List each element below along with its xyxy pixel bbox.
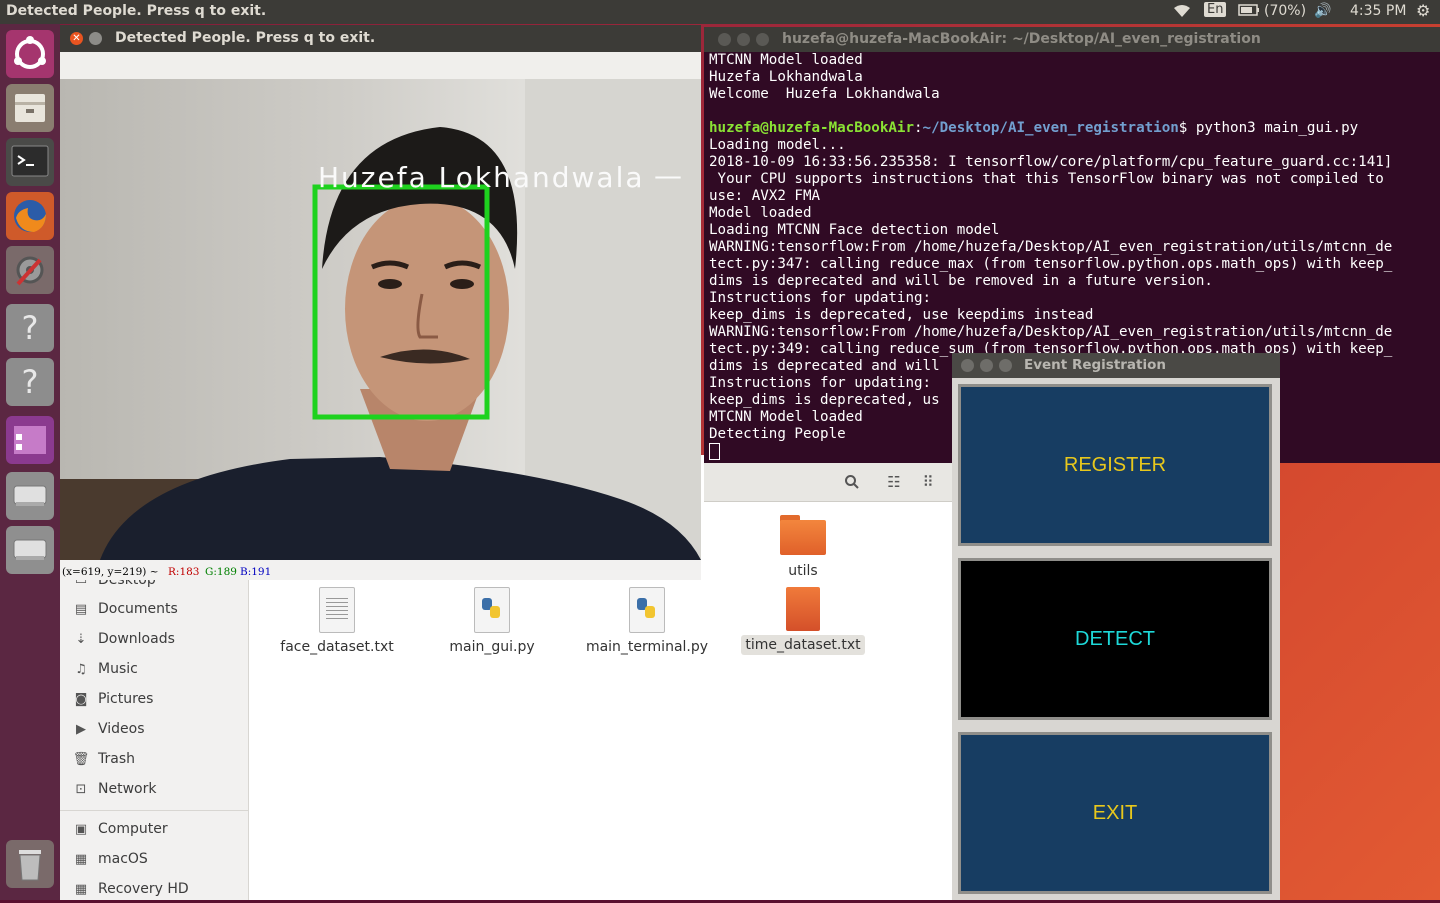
- workspace-switcher-icon[interactable]: [6, 416, 54, 464]
- sidebar-item-music[interactable]: ♫ Music: [72, 661, 138, 683]
- volume-icon[interactable]: 🔊: [1314, 3, 1331, 19]
- register-button[interactable]: REGISTER: [958, 384, 1272, 546]
- camera-titlebar[interactable]: ✕ Detected People. Press q to exit.: [60, 25, 701, 52]
- file-manager-toolbar: ☷ ⠿: [704, 463, 952, 502]
- sidebar-item-trash[interactable]: 🗑 Trash: [72, 751, 135, 773]
- sidebar-item-network[interactable]: ⊡ Network: [72, 781, 157, 803]
- file-manager-sidebar: ▭ Desktop ▤ Documents ⇣ Downloads ♫ Music ◙ P…: [60, 572, 249, 900]
- firefox-icon[interactable]: [6, 192, 54, 240]
- keyboard-layout[interactable]: En: [1204, 2, 1227, 17]
- network-icon: ⊡: [75, 782, 87, 797]
- gear-icon[interactable]: ⚙: [1416, 1, 1430, 20]
- videos-icon: ▶: [76, 722, 86, 737]
- battery-icon[interactable]: [1238, 3, 1260, 21]
- event-registration-title: Event Registration: [1024, 357, 1167, 373]
- svg-text:—: —: [654, 159, 682, 192]
- terminal-titlebar[interactable]: huzefa@huzefa-MacBookAir: ~/Desktop/AI_e…: [704, 27, 1440, 52]
- maximize-icon[interactable]: [756, 33, 769, 46]
- exit-button[interactable]: EXIT: [958, 732, 1272, 894]
- unknown-app-icon[interactable]: ?: [6, 304, 54, 352]
- sidebar-item-downloads[interactable]: ⇣ Downloads: [72, 631, 175, 653]
- list-view-icon[interactable]: ☷: [880, 470, 908, 494]
- python-file-icon: [474, 587, 510, 633]
- unknown-app-icon[interactable]: ?: [6, 358, 54, 406]
- launcher: ? ?: [0, 24, 60, 900]
- close-icon[interactable]: ✕: [70, 32, 83, 45]
- drive-icon: ▦: [74, 852, 88, 867]
- active-window-title: Detected People. Press q to exit.: [6, 3, 267, 19]
- drive-icon: ▦: [74, 882, 88, 897]
- drive-icon[interactable]: [6, 472, 54, 520]
- camera-feed[interactable]: Huzefa Lokhandwala —: [60, 79, 701, 560]
- folder-icon: [780, 515, 826, 555]
- file-item-time-dataset[interactable]: time_dataset.txt: [733, 587, 873, 655]
- pixel-b: B:191: [240, 566, 272, 578]
- file-item-main-terminal[interactable]: main_terminal.py: [577, 587, 717, 655]
- prompt-separator: :: [914, 120, 923, 136]
- camera-frame: Huzefa Lokhandwala —: [60, 79, 701, 560]
- detect-button[interactable]: DETECT: [958, 558, 1272, 720]
- terminal-lines-before: MTCNN Model loaded Huzefa Lokhandwala We…: [709, 52, 940, 102]
- terminal-cursor: [709, 443, 720, 460]
- pictures-icon: ◙: [74, 692, 88, 707]
- sidebar-item-videos[interactable]: ▶ Videos: [72, 721, 145, 743]
- prompt-command: $ python3 main_gui.py: [1178, 120, 1359, 136]
- file-item-main-gui[interactable]: main_gui.py: [422, 587, 562, 655]
- drive-icon[interactable]: [6, 526, 54, 574]
- minimize-icon[interactable]: [980, 359, 993, 372]
- close-icon[interactable]: [961, 359, 974, 372]
- camera-toolbar: [60, 52, 701, 80]
- pixel-r: R:183: [168, 566, 200, 578]
- wifi-icon[interactable]: [1172, 3, 1192, 23]
- camera-window-title: Detected People. Press q to exit.: [115, 30, 376, 46]
- ubuntu-icon[interactable]: [6, 30, 54, 78]
- maximize-icon[interactable]: [999, 359, 1012, 372]
- battery-percent: (70%): [1264, 3, 1307, 19]
- prompt-path: ~/Desktop/AI_even_registration: [922, 120, 1179, 136]
- sidebar-divider: [60, 810, 248, 811]
- clock[interactable]: 4:35 PM: [1350, 3, 1406, 19]
- documents-icon: ▤: [74, 602, 88, 617]
- settings-icon[interactable]: [6, 246, 54, 294]
- file-item-face-dataset[interactable]: face_dataset.txt: [267, 587, 407, 655]
- face-label: Huzefa Lokhandwala: [318, 161, 645, 194]
- search-icon[interactable]: [838, 470, 866, 494]
- text-file-icon: [319, 587, 355, 633]
- minimize-icon[interactable]: [89, 32, 102, 45]
- camera-status-bar: (x=619, y=219) ~ R:183 G:189 B:191: [60, 560, 701, 580]
- minimize-icon[interactable]: [737, 33, 750, 46]
- file-item-utils[interactable]: utils: [733, 515, 873, 579]
- terminal-icon[interactable]: [6, 138, 54, 186]
- computer-icon: ▣: [74, 822, 88, 837]
- top-panel: Detected People. Press q to exit. En (70…: [0, 0, 1440, 24]
- trash-icon: 🗑: [72, 752, 90, 767]
- downloads-icon: ⇣: [75, 632, 87, 647]
- close-icon[interactable]: [718, 33, 731, 46]
- terminal-title: huzefa@huzefa-MacBookAir: ~/Desktop/AI_e…: [782, 31, 1261, 47]
- sidebar-item-documents[interactable]: ▤ Documents: [72, 601, 178, 623]
- event-registration-titlebar[interactable]: Event Registration: [952, 353, 1280, 378]
- cursor-coords: (x=619, y=219) ~: [62, 566, 159, 578]
- music-icon: ♫: [75, 662, 87, 677]
- prompt-user: huzefa@huzefa-MacBookAir: [709, 120, 914, 136]
- sidebar-item-macos[interactable]: ▦ macOS: [72, 851, 148, 873]
- text-file-icon: [786, 587, 820, 631]
- sidebar-item-computer[interactable]: ▣ Computer: [72, 821, 168, 843]
- grid-view-icon[interactable]: ⠿: [914, 470, 942, 494]
- python-file-icon: [629, 587, 665, 633]
- sidebar-item-pictures[interactable]: ◙ Pictures: [72, 691, 154, 713]
- files-icon[interactable]: [6, 84, 54, 132]
- trash-icon[interactable]: [6, 840, 54, 888]
- pixel-g: G:189: [205, 566, 237, 578]
